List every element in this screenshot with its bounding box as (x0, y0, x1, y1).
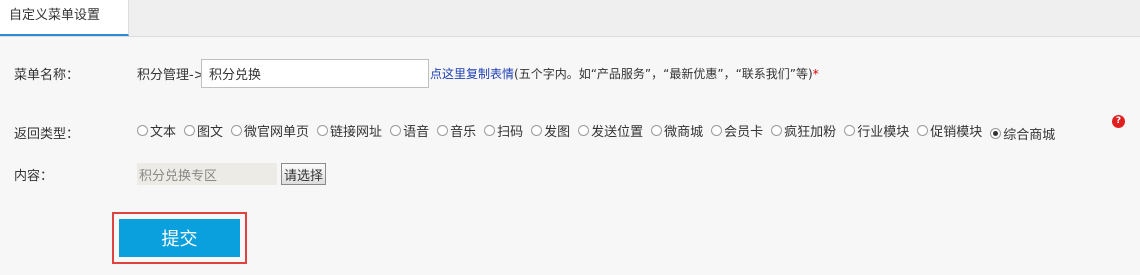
radio-button[interactable] (771, 125, 783, 136)
radio-button[interactable] (390, 125, 402, 136)
menu-name-input[interactable] (201, 59, 429, 88)
return-type-option[interactable]: 音乐 (437, 121, 476, 140)
radio-button[interactable] (844, 125, 856, 136)
return-type-option[interactable]: 链接网址 (317, 121, 382, 140)
radio-button[interactable] (317, 125, 329, 136)
radio-label: 促销模块 (930, 125, 983, 140)
radio-label: 会员卡 (724, 125, 764, 140)
return-type-option[interactable]: 扫码 (484, 121, 523, 140)
return-type-option[interactable]: 会员卡 (711, 121, 763, 140)
radio-button[interactable] (578, 125, 590, 136)
radio-label: 发图 (544, 125, 571, 140)
radio-button[interactable] (184, 125, 196, 136)
menu-name-prefix: 积分管理-> (137, 68, 205, 83)
radio-button[interactable] (531, 125, 543, 136)
radio-label: 链接网址 (330, 125, 383, 140)
radio-button[interactable] (990, 128, 1002, 139)
return-type-option[interactable]: 促销模块 (917, 121, 982, 140)
return-type-option[interactable]: 综合商城 (990, 124, 1055, 143)
return-type-option[interactable]: 图文 (184, 121, 223, 140)
radio-button[interactable] (484, 125, 496, 136)
menu-name-hint: 点这里复制表情(五个字内。如“产品服务”，“最新优惠”，“联系我们”等)* (430, 65, 819, 82)
radio-button[interactable] (917, 125, 929, 136)
return-type-radio-group: 文本 图文 微官网单页 链接网址 语音 音乐 扫码 发图 发送位置 微商城 会员卡 疯狂加粉 行业模块 促… (137, 121, 1063, 143)
submit-highlight: 提交 (112, 212, 247, 264)
radio-label: 微商城 (664, 125, 704, 140)
copy-emoji-link[interactable]: 点这里复制表情 (430, 67, 514, 81)
return-type-option[interactable]: 微官网单页 (231, 121, 309, 140)
radio-label: 语音 (403, 125, 430, 140)
menu-name-hint-text: (五个字内。如“产品服务”，“最新优惠”，“联系我们”等) (514, 67, 813, 81)
help-icon[interactable]: ? (1112, 115, 1125, 128)
radio-label: 音乐 (450, 125, 477, 140)
radio-button[interactable] (711, 125, 723, 136)
return-type-option[interactable]: 发图 (531, 121, 570, 140)
return-type-option[interactable]: 发送位置 (578, 121, 643, 140)
return-type-option[interactable]: 语音 (390, 121, 429, 140)
radio-label: 文本 (150, 125, 177, 140)
radio-label: 图文 (197, 125, 224, 140)
tab-bar: 自定义菜单设置 (0, 0, 1140, 37)
radio-button[interactable] (137, 125, 148, 136)
return-type-option[interactable]: 微商城 (651, 121, 703, 140)
radio-button[interactable] (651, 125, 663, 136)
required-mark: * (812, 67, 819, 81)
content-input[interactable] (137, 163, 277, 185)
submit-button[interactable]: 提交 (119, 219, 240, 257)
radio-label: 微官网单页 (244, 125, 310, 140)
content-label: 内容： (14, 169, 54, 184)
radio-button[interactable] (231, 125, 243, 136)
radio-label: 扫码 (497, 125, 524, 140)
radio-button[interactable] (437, 125, 449, 136)
radio-label: 发送位置 (591, 125, 644, 140)
return-type-option[interactable]: 行业模块 (844, 121, 909, 140)
radio-label: 综合商城 (1003, 128, 1056, 143)
menu-name-label: 菜单名称： (14, 68, 80, 83)
radio-label: 行业模块 (857, 125, 910, 140)
return-type-option[interactable]: 文本 (137, 121, 176, 140)
return-type-option[interactable]: 疯狂加粉 (771, 121, 836, 140)
return-type-label: 返回类型： (14, 127, 80, 142)
tab-custom-menu-settings[interactable]: 自定义菜单设置 (0, 0, 129, 36)
choose-button[interactable]: 请选择 (281, 163, 327, 185)
radio-label: 疯狂加粉 (784, 125, 837, 140)
